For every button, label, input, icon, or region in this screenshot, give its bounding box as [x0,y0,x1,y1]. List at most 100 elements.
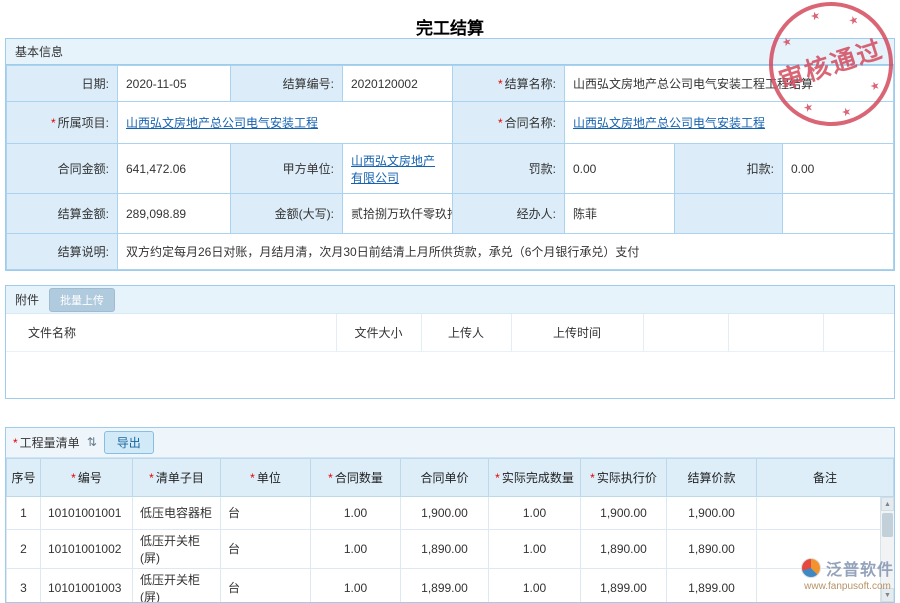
remark-cell [757,496,894,529]
party-a-label: 甲方单位: [231,144,343,194]
settlement-price-header: 结算价款 [667,458,757,496]
contract-price-cell: 1,900.00 [401,496,489,529]
upload-time-header: 上传时间 [511,314,643,351]
unit-cell: 台 [221,529,311,568]
required-marker: * [498,77,503,91]
required-marker: * [250,471,255,485]
sort-icon[interactable]: ⇅ [87,435,97,449]
remark-cell [757,568,894,603]
required-marker: * [498,116,503,130]
boq-table-row[interactable]: 3 10101001003 低压开关柜(屏) 台 1.00 1,899.00 1… [7,568,894,603]
export-button[interactable]: 导出 [104,431,154,454]
handler-value: 陈菲 [565,194,675,234]
basic-info-section: 基本信息 日期: 2020-11-05 结算编号: 2020120002 *结算… [5,38,895,271]
contract-name-link[interactable]: 山西弘文房地产总公司电气安装工程 [573,116,765,130]
basic-info-section-header: 基本信息 [6,39,894,65]
required-marker: * [149,471,154,485]
boq-scrollbar[interactable]: ▲ ▼ [880,497,894,602]
date-label: 日期: [7,66,118,102]
required-marker: * [13,436,18,450]
settlement-price-cell: 1,899.00 [667,568,757,603]
settlement-note-label: 结算说明: [7,234,118,270]
party-a-link[interactable]: 山西弘文房地产有限公司 [351,154,435,185]
penalty-label: 罚款: [453,144,565,194]
required-marker: * [590,471,595,485]
batch-upload-button[interactable]: 批量上传 [49,288,115,312]
unit-cell: 台 [221,496,311,529]
code-cell: 10101001003 [41,568,133,603]
deduction-value: 0.00 [783,144,894,194]
empty-header-cell [643,314,728,351]
project-link[interactable]: 山西弘文房地产总公司电气安装工程 [126,116,318,130]
settlement-price-cell: 1,900.00 [667,496,757,529]
code-cell: 10101001002 [41,529,133,568]
boq-title: *工程量清单 [13,434,80,451]
seq-cell: 1 [7,496,41,529]
handler-label: 经办人: [453,194,565,234]
amount-in-words-label: 金额(大写): [231,194,343,234]
empty-header-cell [728,314,823,351]
scroll-up-button[interactable]: ▲ [881,497,894,511]
scrollbar-thumb[interactable] [882,513,893,537]
basic-info-row: 合同金额: 641,472.06 甲方单位: 山西弘文房地产有限公司 罚款: 0… [7,144,894,194]
uploader-header: 上传人 [421,314,511,351]
empty-value-cell [783,194,894,234]
remark-cell [757,529,894,568]
boq-table: 序号 *编号 *清单子目 *单位 *合同数量 合同单价 *实际完成数量 *实际执… [6,458,894,603]
code-header: *编号 [41,458,133,496]
scroll-down-button[interactable]: ▼ [881,588,894,602]
settlement-no-value: 2020120002 [343,66,453,102]
amount-in-words-value: 贰拾捌万玖仟零玖拾 [343,194,453,234]
item-cell: 低压开关柜(屏) [133,529,221,568]
seq-cell: 3 [7,568,41,603]
code-cell: 10101001001 [41,496,133,529]
page-title: 完工结算 [0,0,900,38]
attachments-empty-area [6,352,894,398]
actual-price-cell: 1,900.00 [581,496,667,529]
contract-qty-header: *合同数量 [311,458,401,496]
attachments-section: 附件 批量上传 文件名称 文件大小 上传人 上传时间 [5,285,895,399]
actual-qty-cell: 1.00 [489,496,581,529]
basic-info-table: 日期: 2020-11-05 结算编号: 2020120002 *结算名称: 山… [6,65,894,270]
settlement-name-value: 山西弘文房地产总公司电气安装工程工程结算 [565,66,894,102]
contract-qty-cell: 1.00 [311,529,401,568]
attachments-title: 附件 [15,291,39,308]
date-value: 2020-11-05 [118,66,231,102]
contract-qty-cell: 1.00 [311,568,401,603]
required-marker: * [71,471,76,485]
boq-header-row: 序号 *编号 *清单子目 *单位 *合同数量 合同单价 *实际完成数量 *实际执… [7,458,894,496]
empty-label-cell [675,194,783,234]
boq-section-header: *工程量清单 ⇅ 导出 [6,428,894,458]
attachments-table: 文件名称 文件大小 上传人 上传时间 [6,314,894,352]
attachments-header-row: 文件名称 文件大小 上传人 上传时间 [6,314,894,351]
settlement-name-label: *结算名称: [453,66,565,102]
item-cell: 低压开关柜(屏) [133,568,221,603]
empty-header-cell [823,314,894,351]
project-label: *所属项目: [7,102,118,144]
settlement-price-cell: 1,890.00 [667,529,757,568]
deduction-label: 扣款: [675,144,783,194]
basic-info-row: 日期: 2020-11-05 结算编号: 2020120002 *结算名称: 山… [7,66,894,102]
contract-price-cell: 1,899.00 [401,568,489,603]
basic-info-row: 结算金额: 289,098.89 金额(大写): 贰拾捌万玖仟零玖拾 经办人: … [7,194,894,234]
contract-price-header: 合同单价 [401,458,489,496]
contract-amount-value: 641,472.06 [118,144,231,194]
item-header: *清单子目 [133,458,221,496]
actual-qty-cell: 1.00 [489,568,581,603]
boq-table-row[interactable]: 1 10101001001 低压电容器柜 台 1.00 1,900.00 1.0… [7,496,894,529]
settlement-amount-label: 结算金额: [7,194,118,234]
boq-table-row[interactable]: 2 10101001002 低压开关柜(屏) 台 1.00 1,890.00 1… [7,529,894,568]
basic-info-row: *所属项目: 山西弘文房地产总公司电气安装工程 *合同名称: 山西弘文房地产总公… [7,102,894,144]
remark-header: 备注 [757,458,894,496]
required-marker: * [328,471,333,485]
unit-cell: 台 [221,568,311,603]
contract-amount-label: 合同金额: [7,144,118,194]
actual-price-cell: 1,899.00 [581,568,667,603]
required-marker: * [495,471,500,485]
settlement-amount-value: 289,098.89 [118,194,231,234]
actual-qty-header: *实际完成数量 [489,458,581,496]
item-cell: 低压电容器柜 [133,496,221,529]
boq-section: *工程量清单 ⇅ 导出 序号 *编号 *清单子目 *单位 *合同数量 合同单价 … [5,427,895,603]
contract-price-cell: 1,890.00 [401,529,489,568]
contract-name-label: *合同名称: [453,102,565,144]
